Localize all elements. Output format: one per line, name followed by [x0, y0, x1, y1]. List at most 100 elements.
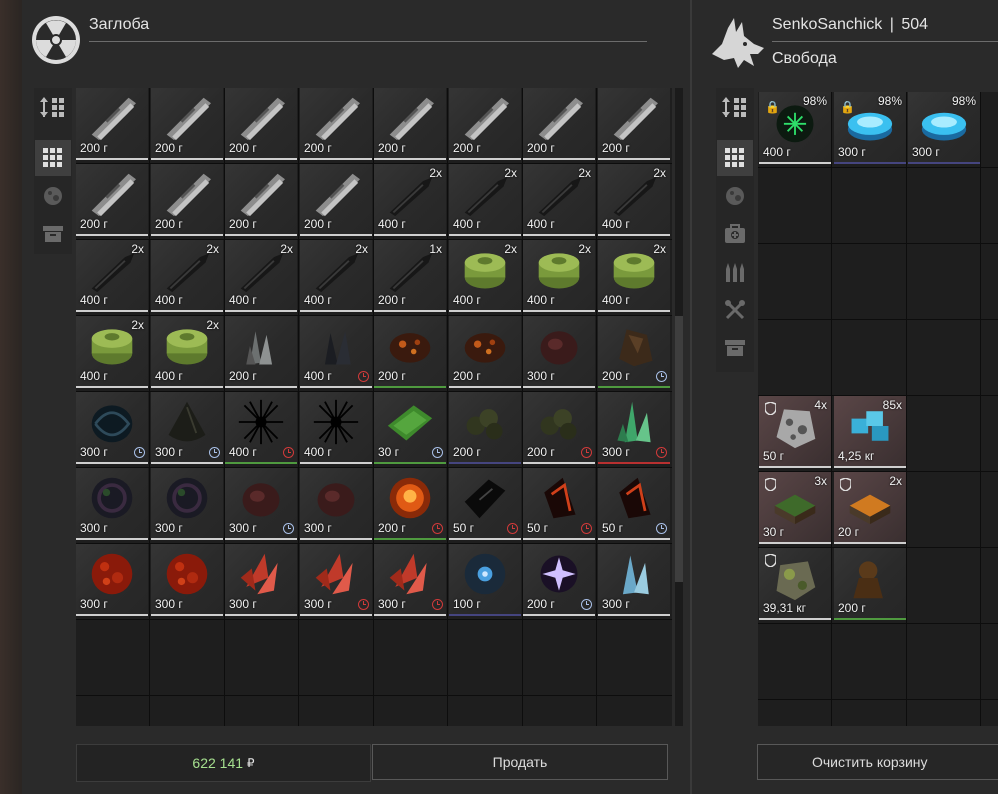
timer-icon	[507, 523, 518, 534]
inventory-item-slot[interactable]: 2x 400 г	[598, 240, 670, 312]
inventory-item-slot[interactable]: 2x 400 г	[76, 240, 148, 312]
grid-filter-button[interactable]	[35, 140, 71, 176]
inventory-item-slot[interactable]: 300 г	[151, 468, 223, 540]
inventory-item-slot[interactable]: 300 г	[300, 544, 372, 616]
inventory-item-slot[interactable]: 400 г	[300, 392, 372, 464]
inventory-item-slot[interactable]: 300 г	[598, 392, 670, 464]
item-weight: 200 г	[229, 141, 257, 155]
inventory-item-slot[interactable]: 2x 400 г	[151, 240, 223, 312]
inventory-item-slot[interactable]: 98% 300 г	[908, 92, 980, 164]
currency-symbol: ₽	[246, 756, 255, 770]
sort-filter-button[interactable]	[717, 89, 753, 125]
inventory-item-slot[interactable]: 2x 400 г	[523, 240, 595, 312]
inventory-item-slot[interactable]: 2x 400 г	[300, 240, 372, 312]
grid-divider	[758, 699, 998, 700]
ammo-filter-button[interactable]	[717, 254, 753, 290]
inventory-item-slot[interactable]: 300 г	[598, 544, 670, 616]
box-filter-button[interactable]	[717, 330, 753, 366]
wolf-emblem-icon	[712, 18, 764, 68]
grid-filter-button[interactable]	[717, 140, 753, 176]
inventory-item-slot[interactable]: 100 г	[449, 544, 521, 616]
lava-rock-icon	[389, 333, 431, 363]
player-sidebar	[716, 88, 754, 372]
inventory-item-slot[interactable]: 200 г	[225, 88, 297, 160]
inventory-item-slot[interactable]: 2x 400 г	[374, 164, 446, 236]
sell-button[interactable]: Продать	[372, 744, 668, 780]
clear-cart-button[interactable]: Очистить корзину	[757, 744, 998, 780]
inventory-item-slot[interactable]: 2x 20 г	[834, 472, 906, 544]
inventory-item-slot[interactable]: 300 г	[151, 544, 223, 616]
tools-filter-button[interactable]	[717, 292, 753, 328]
grid-divider	[758, 319, 998, 320]
inventory-item-slot[interactable]: 30 г	[374, 392, 446, 464]
inventory-item-slot[interactable]: 200 г	[523, 544, 595, 616]
inventory-item-slot[interactable]: 200 г	[76, 164, 148, 236]
inventory-item-slot[interactable]: 200 г	[374, 468, 446, 540]
inventory-item-slot[interactable]: 🔒 98% 300 г	[834, 92, 906, 164]
item-weight: 400 г	[763, 145, 791, 159]
inventory-item-slot[interactable]: 200 г	[300, 164, 372, 236]
inventory-item-slot[interactable]: 39,31 кг	[759, 548, 831, 620]
inventory-item-slot[interactable]: 200 г	[374, 316, 446, 388]
inventory-item-slot[interactable]: 200 г	[449, 88, 521, 160]
dark-vortex-icon	[166, 477, 208, 519]
inventory-item-slot[interactable]: 300 г	[76, 392, 148, 464]
inventory-item-slot[interactable]: 300 г	[225, 468, 297, 540]
medkit-filter-button[interactable]	[717, 216, 753, 252]
item-weight: 400 г	[304, 293, 332, 307]
grid-divider	[980, 92, 981, 726]
inventory-item-slot[interactable]: 50 г	[523, 468, 595, 540]
inventory-item-slot[interactable]: 200 г	[374, 88, 446, 160]
inventory-item-slot[interactable]: 200 г	[449, 392, 521, 464]
inventory-item-slot[interactable]: 85x 4,25 кг	[834, 396, 906, 468]
item-count: 2x	[355, 242, 368, 256]
inventory-item-slot[interactable]: 200 г	[598, 316, 670, 388]
inventory-item-slot[interactable]: 🔒 98% 400 г	[759, 92, 831, 164]
inventory-item-slot[interactable]: 200 г	[523, 88, 595, 160]
inventory-item-slot[interactable]: 200 г	[449, 316, 521, 388]
artifact-filter-button[interactable]	[35, 178, 71, 214]
inventory-item-slot[interactable]: 200 г	[76, 88, 148, 160]
inventory-item-slot[interactable]: 200 г	[151, 164, 223, 236]
inventory-item-slot[interactable]: 300 г	[76, 544, 148, 616]
inventory-item-slot[interactable]: 200 г	[300, 88, 372, 160]
item-count: 2x	[504, 166, 517, 180]
inventory-item-slot[interactable]: 300 г	[76, 468, 148, 540]
scrollbar-thumb[interactable]	[675, 316, 683, 582]
inventory-item-slot[interactable]: 400 г	[225, 392, 297, 464]
inventory-item-slot[interactable]: 200 г	[523, 392, 595, 464]
inventory-item-slot[interactable]: 1x 200 г	[374, 240, 446, 312]
inventory-item-slot[interactable]: 2x 400 г	[449, 164, 521, 236]
item-weight: 400 г	[80, 293, 108, 307]
item-weight: 400 г	[304, 369, 332, 383]
inventory-item-slot[interactable]: 400 г	[300, 316, 372, 388]
inventory-item-slot[interactable]: 2x 400 г	[151, 316, 223, 388]
inventory-item-slot[interactable]: 50 г	[449, 468, 521, 540]
inventory-item-slot[interactable]: 4x 50 г	[759, 396, 831, 468]
inventory-item-slot[interactable]: 3x 30 г	[759, 472, 831, 544]
inventory-item-slot[interactable]: 300 г	[225, 544, 297, 616]
timer-icon	[432, 599, 443, 610]
inventory-item-slot[interactable]: 200 г	[598, 88, 670, 160]
box-filter-button[interactable]	[35, 216, 71, 252]
inventory-item-slot[interactable]: 2x 400 г	[449, 240, 521, 312]
inventory-item-slot[interactable]: 50 г	[598, 468, 670, 540]
inventory-item-slot[interactable]: 2x 400 г	[598, 164, 670, 236]
item-weight: 200 г	[80, 217, 108, 231]
inventory-item-slot[interactable]: 2x 400 г	[225, 240, 297, 312]
artifact-filter-button[interactable]	[717, 178, 753, 214]
money-amount: 622 141	[192, 755, 244, 771]
inventory-item-slot[interactable]: 200 г	[225, 164, 297, 236]
inventory-item-slot[interactable]: 2x 400 г	[523, 164, 595, 236]
inventory-item-slot[interactable]: 300 г	[300, 468, 372, 540]
sort-filter-button[interactable]	[35, 89, 71, 125]
player-underline	[772, 41, 998, 42]
inventory-item-slot[interactable]: 300 г	[151, 392, 223, 464]
inventory-item-slot[interactable]: 200 г	[225, 316, 297, 388]
box-icon	[42, 224, 64, 244]
inventory-item-slot[interactable]: 200 г	[834, 548, 906, 620]
inventory-item-slot[interactable]: 200 г	[151, 88, 223, 160]
inventory-item-slot[interactable]: 2x 400 г	[76, 316, 148, 388]
inventory-item-slot[interactable]: 300 г	[523, 316, 595, 388]
inventory-item-slot[interactable]: 300 г	[374, 544, 446, 616]
